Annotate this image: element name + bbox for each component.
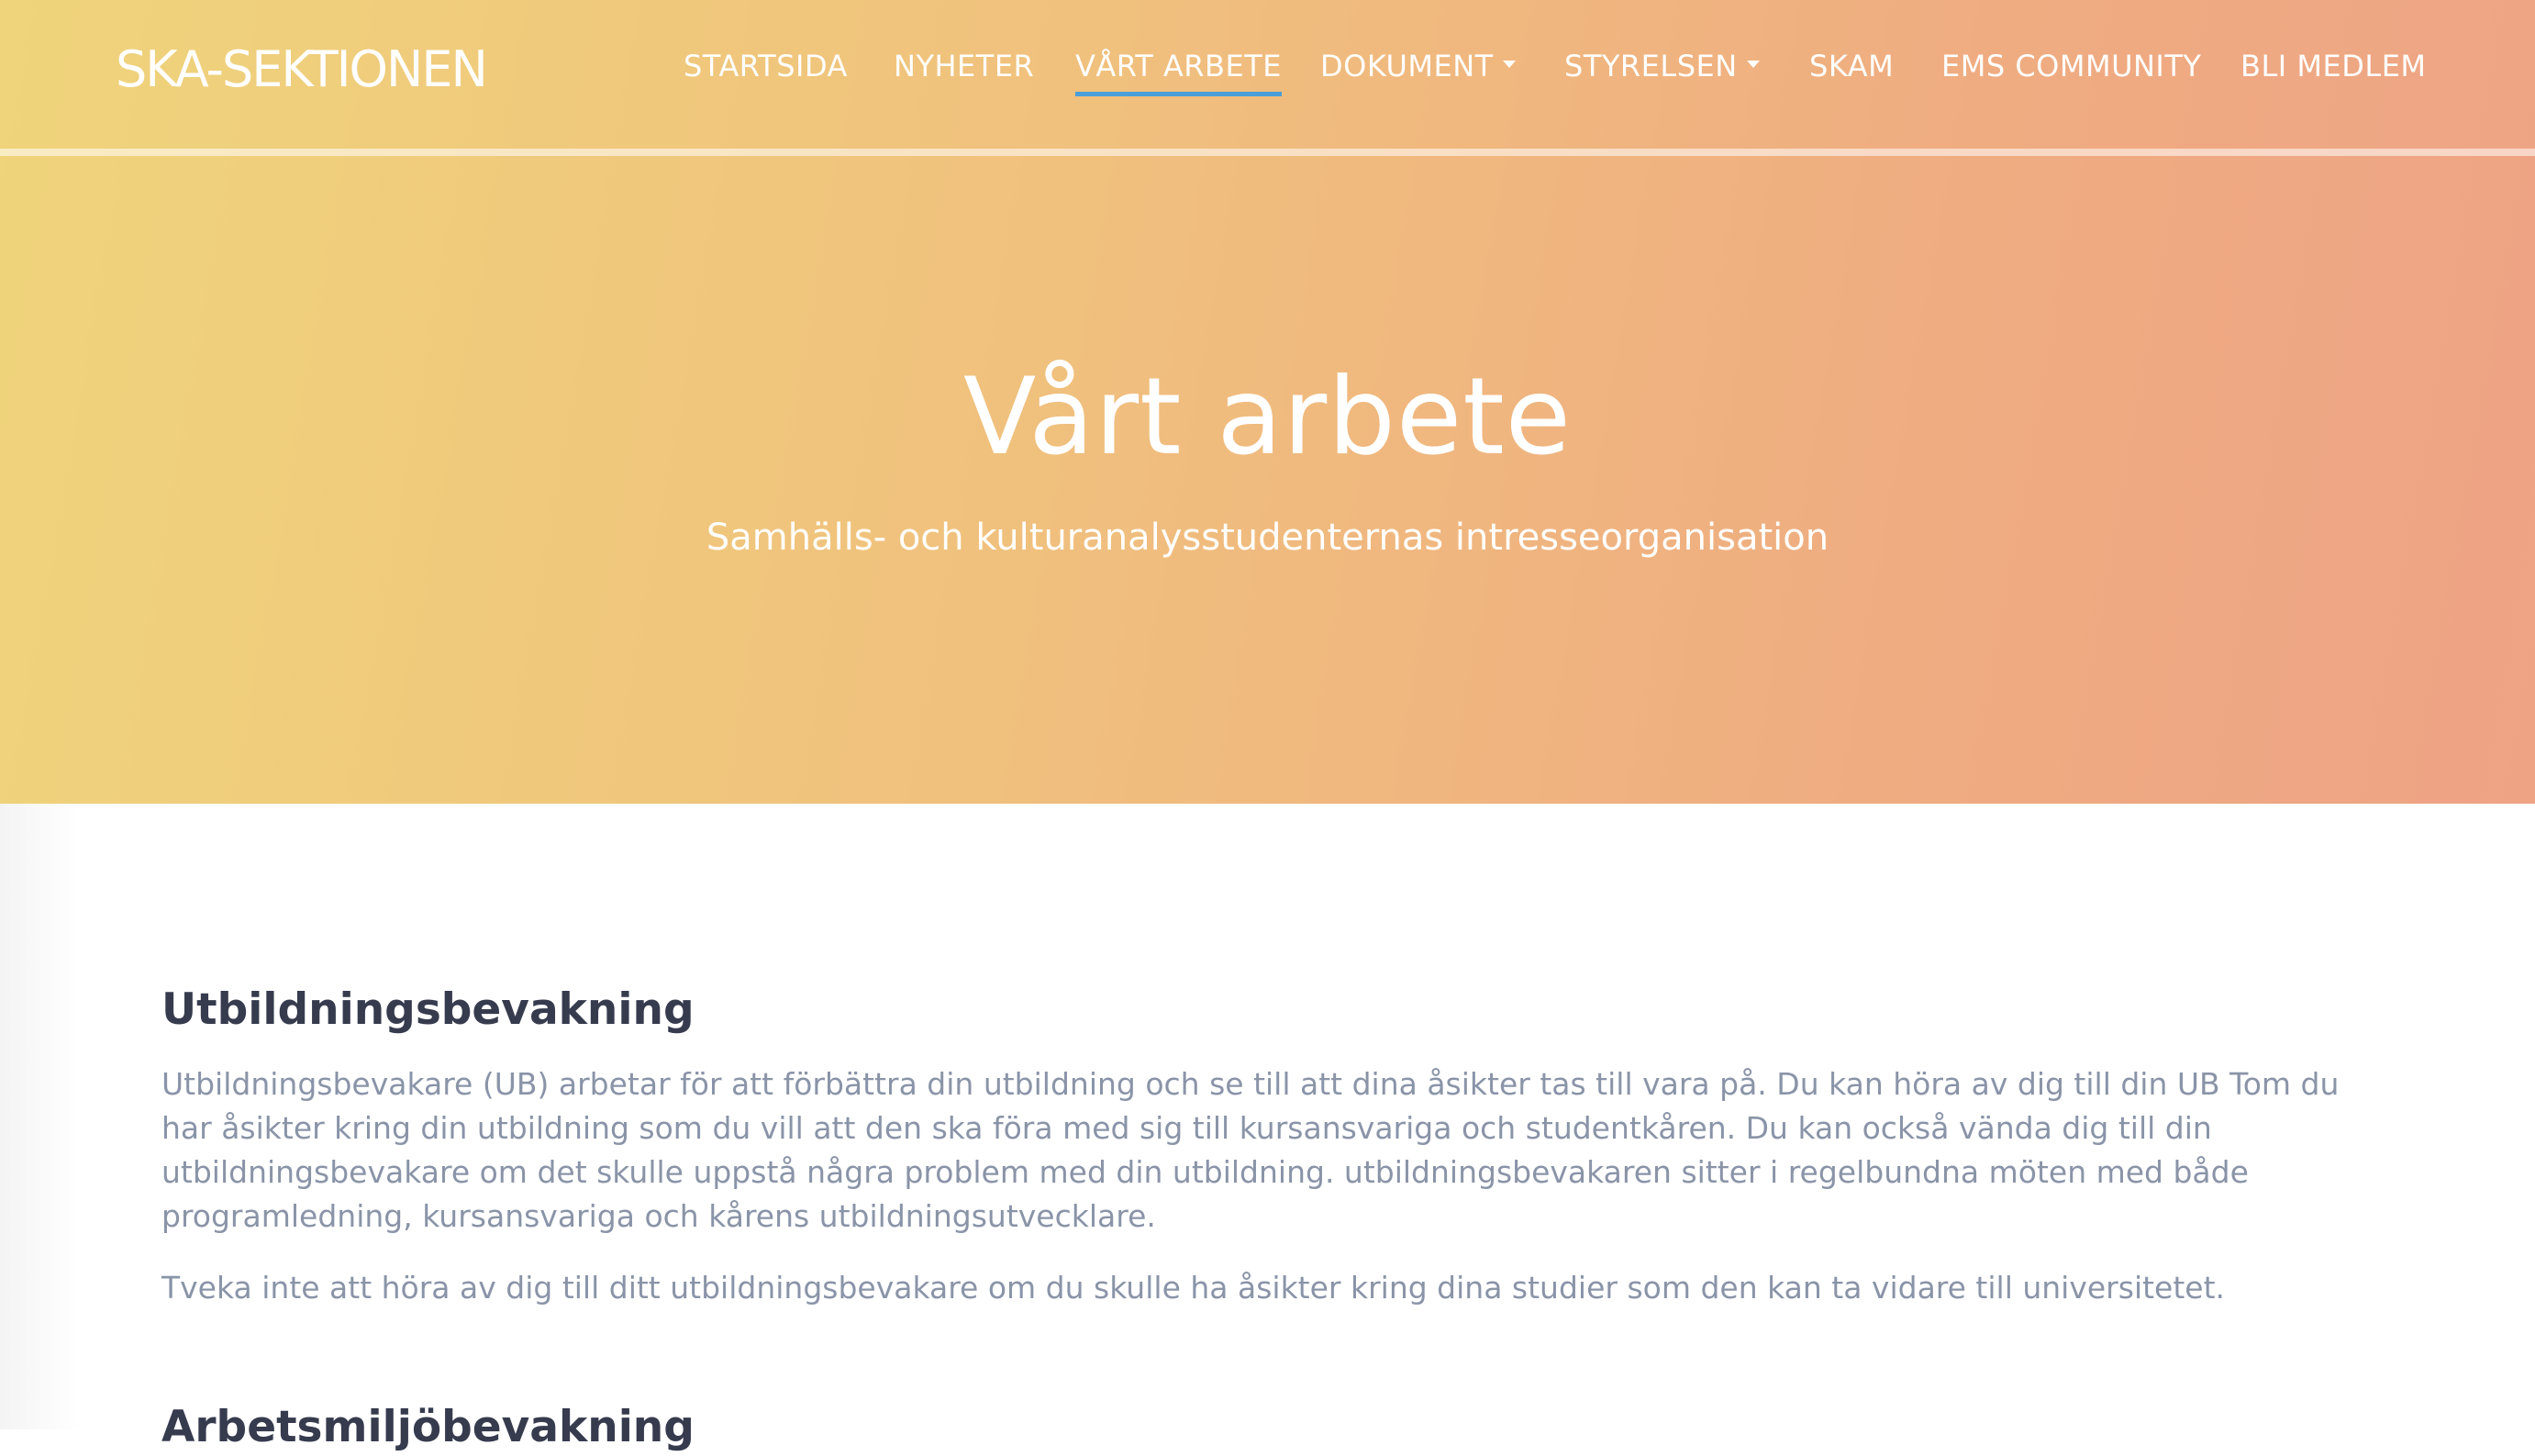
nav-item-label: BLI MEDLEM — [2240, 49, 2427, 83]
nav-item-dokument[interactable]: DOKUMENT — [1320, 46, 1516, 86]
nav-item-bli-medlem[interactable]: BLI MEDLEM — [2240, 46, 2427, 86]
page-subtitle: Samhälls- och kulturanalysstudenternas i… — [706, 517, 1829, 559]
section-paragraph: Utbildningsbevakare (UB) arbetar för att… — [161, 1066, 2340, 1234]
caret-down-icon — [1502, 61, 1516, 68]
nav-item-label: DOKUMENT — [1320, 49, 1494, 83]
nav-item-startsida[interactable]: STARTSIDA — [684, 46, 848, 86]
section-heading: Arbetsmiljöbevakning — [161, 1402, 695, 1452]
nav-item-label: STARTSIDA — [684, 49, 848, 83]
nav-item-styrelsen[interactable]: STYRELSEN — [1564, 46, 1760, 86]
nav-item-label: VÅRT ARBETE — [1075, 49, 1282, 83]
section-heading: Utbildningsbevakning — [161, 984, 695, 1035]
nav-item-label: NYHETER — [894, 49, 1035, 83]
main-content: Utbildningsbevakning Utbildningsbevakare… — [161, 982, 2363, 1338]
nav-item-label: SKAM — [1809, 49, 1895, 83]
nav-item-skam[interactable]: SKAM — [1809, 46, 1894, 86]
caret-down-icon — [1746, 61, 1760, 68]
nav-divider — [0, 149, 2535, 156]
nav-item-ems-community[interactable]: EMS COMMUNITY — [1941, 46, 2201, 86]
left-edge-shadow — [0, 804, 83, 1429]
page-title: Vårt arbete — [962, 355, 1573, 479]
nav-item-label: EMS COMMUNITY — [1941, 49, 2202, 83]
nav-item-label: STYRELSEN — [1564, 49, 1738, 83]
brand-logo[interactable]: SKA-SEKTIONEN — [116, 40, 488, 99]
nav-item-nyheter[interactable]: NYHETER — [894, 46, 1034, 86]
nav-item-vart-arbete[interactable]: VÅRT ARBETE — [1075, 46, 1282, 96]
section-paragraph: Tveka inte att höra av dig till ditt utb… — [161, 1270, 2226, 1306]
